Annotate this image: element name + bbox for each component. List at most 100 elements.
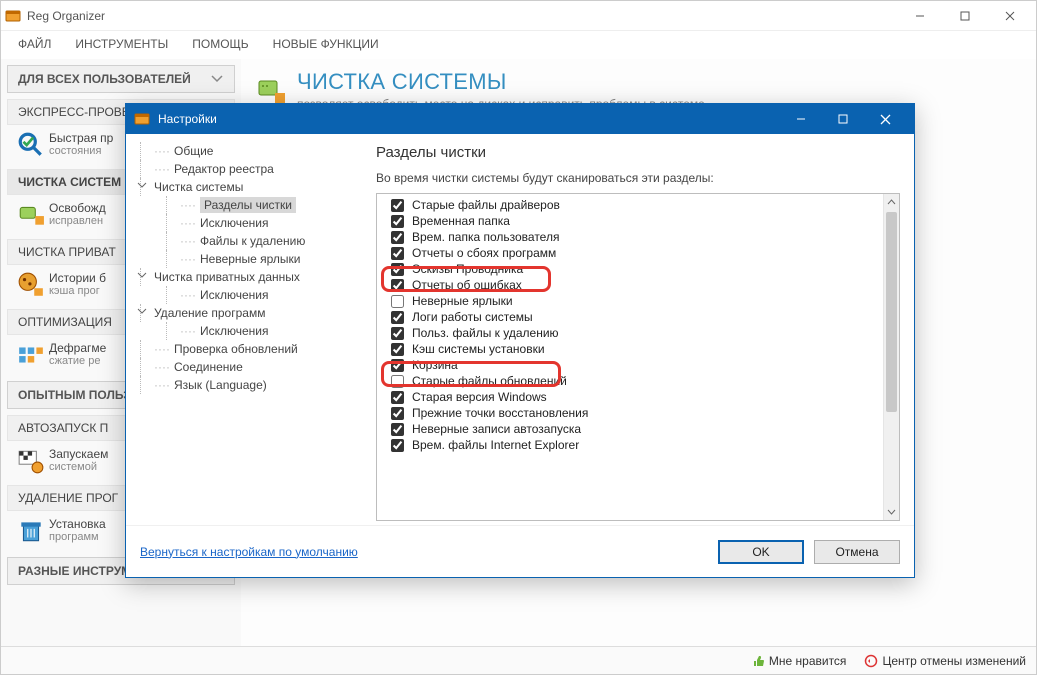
broom-icon bbox=[17, 201, 45, 227]
page-title: ЧИСТКА СИСТЕМЫ bbox=[297, 69, 708, 95]
collapse-icon[interactable] bbox=[136, 270, 147, 281]
checklist-checkbox[interactable] bbox=[391, 263, 404, 276]
cookie-broom-icon bbox=[17, 271, 45, 297]
checklist-label: Старая версия Windows bbox=[412, 390, 547, 404]
tree-syscleanup[interactable]: Чистка системы bbox=[136, 178, 356, 196]
checklist-item[interactable]: Врем. файлы Internet Explorer bbox=[377, 437, 883, 453]
tree-update-check[interactable]: ····Проверка обновлений bbox=[136, 340, 356, 358]
tree-exclusions[interactable]: ····Исключения bbox=[136, 214, 356, 232]
checklist-label: Отчеты о сбоях программ bbox=[412, 246, 556, 260]
checklist-checkbox[interactable] bbox=[391, 199, 404, 212]
tree-privacy-exclusions[interactable]: ····Исключения bbox=[136, 286, 356, 304]
app-icon bbox=[5, 8, 21, 24]
menu-tools[interactable]: ИНСТРУМЕНТЫ bbox=[63, 31, 180, 59]
tree-connection[interactable]: ····Соединение bbox=[136, 358, 356, 376]
reset-defaults-link[interactable]: Вернуться к настройкам по умолчанию bbox=[140, 545, 358, 559]
maximize-button[interactable] bbox=[942, 2, 987, 30]
checklist-checkbox[interactable] bbox=[391, 343, 404, 356]
checklist-label: Кэш системы установки bbox=[412, 342, 545, 356]
checklist-item[interactable]: Прежние точки восстановления bbox=[377, 405, 883, 421]
undo-center-button[interactable]: Центр отмены изменений bbox=[864, 654, 1026, 668]
checklist-item[interactable]: Корзина bbox=[377, 357, 883, 373]
checklist-item[interactable]: Старые файлы обновлений bbox=[377, 373, 883, 389]
checklist-item[interactable]: Эскизы Проводника bbox=[377, 261, 883, 277]
menu-help[interactable]: ПОМОЩЬ bbox=[180, 31, 260, 59]
window-controls bbox=[897, 2, 1032, 30]
tree-regedit[interactable]: ····Редактор реестра bbox=[136, 160, 356, 178]
checklist-checkbox[interactable] bbox=[391, 247, 404, 260]
main-titlebar: Reg Organizer bbox=[1, 1, 1036, 31]
checklist-item[interactable]: Старые файлы драйверов bbox=[377, 197, 883, 213]
checklist-checkbox[interactable] bbox=[391, 407, 404, 420]
undo-icon bbox=[864, 654, 878, 668]
dialog-minimize-button[interactable] bbox=[780, 106, 822, 132]
minimize-button[interactable] bbox=[897, 2, 942, 30]
menu-new[interactable]: НОВЫЕ ФУНКЦИИ bbox=[261, 31, 391, 59]
checklist-label: Польз. файлы к удалению bbox=[412, 326, 559, 340]
checklist-label: Врем. папка пользователя bbox=[412, 230, 559, 244]
tree-uninstall-exclusions[interactable]: ····Исключения bbox=[136, 322, 356, 340]
chevron-down-icon bbox=[210, 74, 224, 84]
tree-files-to-delete[interactable]: ····Файлы к удалению bbox=[136, 232, 356, 250]
checklist-item[interactable]: Польз. файлы к удалению bbox=[377, 325, 883, 341]
checklist-item[interactable]: Отчеты об ошибках bbox=[377, 277, 883, 293]
dialog-close-button[interactable] bbox=[864, 106, 906, 132]
main-menu: ФАЙЛ ИНСТРУМЕНТЫ ПОМОЩЬ НОВЫЕ ФУНКЦИИ bbox=[1, 31, 1036, 59]
checklist-checkbox[interactable] bbox=[391, 295, 404, 308]
dialog-icon bbox=[134, 111, 150, 127]
scroll-up-icon[interactable] bbox=[884, 194, 899, 210]
checklist-item[interactable]: Логи работы системы bbox=[377, 309, 883, 325]
checklist-checkbox[interactable] bbox=[391, 311, 404, 324]
checklist: Старые файлы драйверовВременная папкаВре… bbox=[377, 194, 883, 520]
settings-pane: Разделы чистки Во время чистки системы б… bbox=[362, 134, 914, 525]
user-scope-dropdown[interactable]: ДЛЯ ВСЕХ ПОЛЬЗОВАТЕЛЕЙ bbox=[7, 65, 235, 93]
scrollbar[interactable] bbox=[883, 194, 899, 520]
ok-button[interactable]: OK bbox=[718, 540, 804, 564]
tree-privacy-cleanup[interactable]: Чистка приватных данных bbox=[136, 268, 356, 286]
checklist-label: Неверные записи автозапуска bbox=[412, 422, 581, 436]
check-magnifier-icon bbox=[17, 131, 45, 157]
tree-sections[interactable]: ····Разделы чистки bbox=[136, 196, 356, 214]
checklist-item[interactable]: Временная папка bbox=[377, 213, 883, 229]
dialog-maximize-button[interactable] bbox=[822, 106, 864, 132]
checklist-item[interactable]: Старая версия Windows bbox=[377, 389, 883, 405]
checklist-checkbox[interactable] bbox=[391, 391, 404, 404]
app-title: Reg Organizer bbox=[27, 9, 897, 23]
trash-icon bbox=[17, 517, 45, 543]
menu-file[interactable]: ФАЙЛ bbox=[6, 31, 63, 59]
settings-tree[interactable]: ····Общие ····Редактор реестра Чистка си… bbox=[126, 134, 362, 525]
cancel-button[interactable]: Отмена bbox=[814, 540, 900, 564]
tree-language[interactable]: ····Язык (Language) bbox=[136, 376, 356, 394]
tree-bad-shortcuts[interactable]: ····Неверные ярлыки bbox=[136, 250, 356, 268]
like-button[interactable]: Мне нравится bbox=[751, 654, 847, 668]
checklist-checkbox[interactable] bbox=[391, 327, 404, 340]
collapse-icon[interactable] bbox=[136, 306, 147, 317]
checklist-item[interactable]: Отчеты о сбоях программ bbox=[377, 245, 883, 261]
checklist-checkbox[interactable] bbox=[391, 279, 404, 292]
checklist-checkbox[interactable] bbox=[391, 439, 404, 452]
user-scope-label: ДЛЯ ВСЕХ ПОЛЬЗОВАТЕЛЕЙ bbox=[18, 72, 191, 86]
settings-dialog: Настройки ····Общие ····Редактор реестра… bbox=[125, 103, 915, 578]
close-button[interactable] bbox=[987, 2, 1032, 30]
checklist-checkbox[interactable] bbox=[391, 423, 404, 436]
scroll-down-icon[interactable] bbox=[884, 504, 899, 520]
thumbs-up-icon bbox=[751, 654, 765, 668]
checklist-label: Логи работы системы bbox=[412, 310, 533, 324]
checklist-label: Неверные ярлыки bbox=[412, 294, 513, 308]
checklist-checkbox[interactable] bbox=[391, 375, 404, 388]
checklist-label: Старые файлы драйверов bbox=[412, 198, 560, 212]
dialog-title: Настройки bbox=[158, 112, 780, 126]
defrag-icon bbox=[17, 341, 45, 367]
checklist-checkbox[interactable] bbox=[391, 231, 404, 244]
checklist-item[interactable]: Неверные записи автозапуска bbox=[377, 421, 883, 437]
collapse-icon[interactable] bbox=[136, 180, 147, 191]
tree-uninstall[interactable]: Удаление программ bbox=[136, 304, 356, 322]
scroll-thumb[interactable] bbox=[886, 212, 897, 412]
dialog-titlebar: Настройки bbox=[126, 104, 914, 134]
checklist-item[interactable]: Врем. папка пользователя bbox=[377, 229, 883, 245]
checklist-checkbox[interactable] bbox=[391, 359, 404, 372]
tree-general[interactable]: ····Общие bbox=[136, 142, 356, 160]
checklist-checkbox[interactable] bbox=[391, 215, 404, 228]
checklist-item[interactable]: Неверные ярлыки bbox=[377, 293, 883, 309]
checklist-item[interactable]: Кэш системы установки bbox=[377, 341, 883, 357]
